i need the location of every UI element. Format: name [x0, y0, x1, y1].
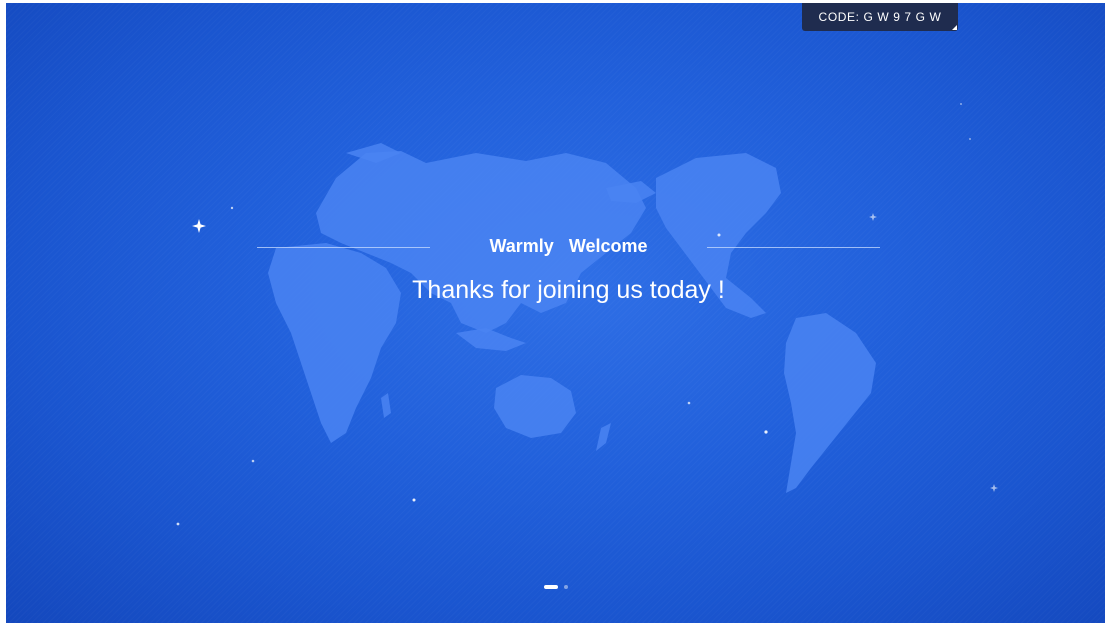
welcome-subtitle: Thanks for joining us today !	[412, 276, 725, 304]
badge-corner-icon	[952, 25, 957, 30]
new-zealand-shape	[596, 423, 611, 451]
australia-shape	[494, 375, 576, 438]
south-america-shape	[784, 313, 876, 493]
indonesia-shape	[456, 328, 526, 351]
title-divider-right	[707, 247, 880, 248]
room-code-text: CODE: G W 9 7 G W	[818, 10, 942, 24]
page-indicator	[544, 584, 568, 590]
title-divider-left	[257, 247, 430, 248]
page-indicator-dot-active[interactable]	[544, 585, 558, 589]
room-code-badge: CODE: G W 9 7 G W	[802, 3, 958, 31]
welcome-screen: CODE: G W 9 7 G W Warmly Welcome Thanks …	[6, 3, 1105, 623]
page-indicator-dot[interactable]	[564, 585, 568, 589]
welcome-title: Warmly Welcome	[489, 236, 648, 256]
world-map-background	[268, 143, 876, 493]
madagascar-shape	[381, 393, 391, 418]
